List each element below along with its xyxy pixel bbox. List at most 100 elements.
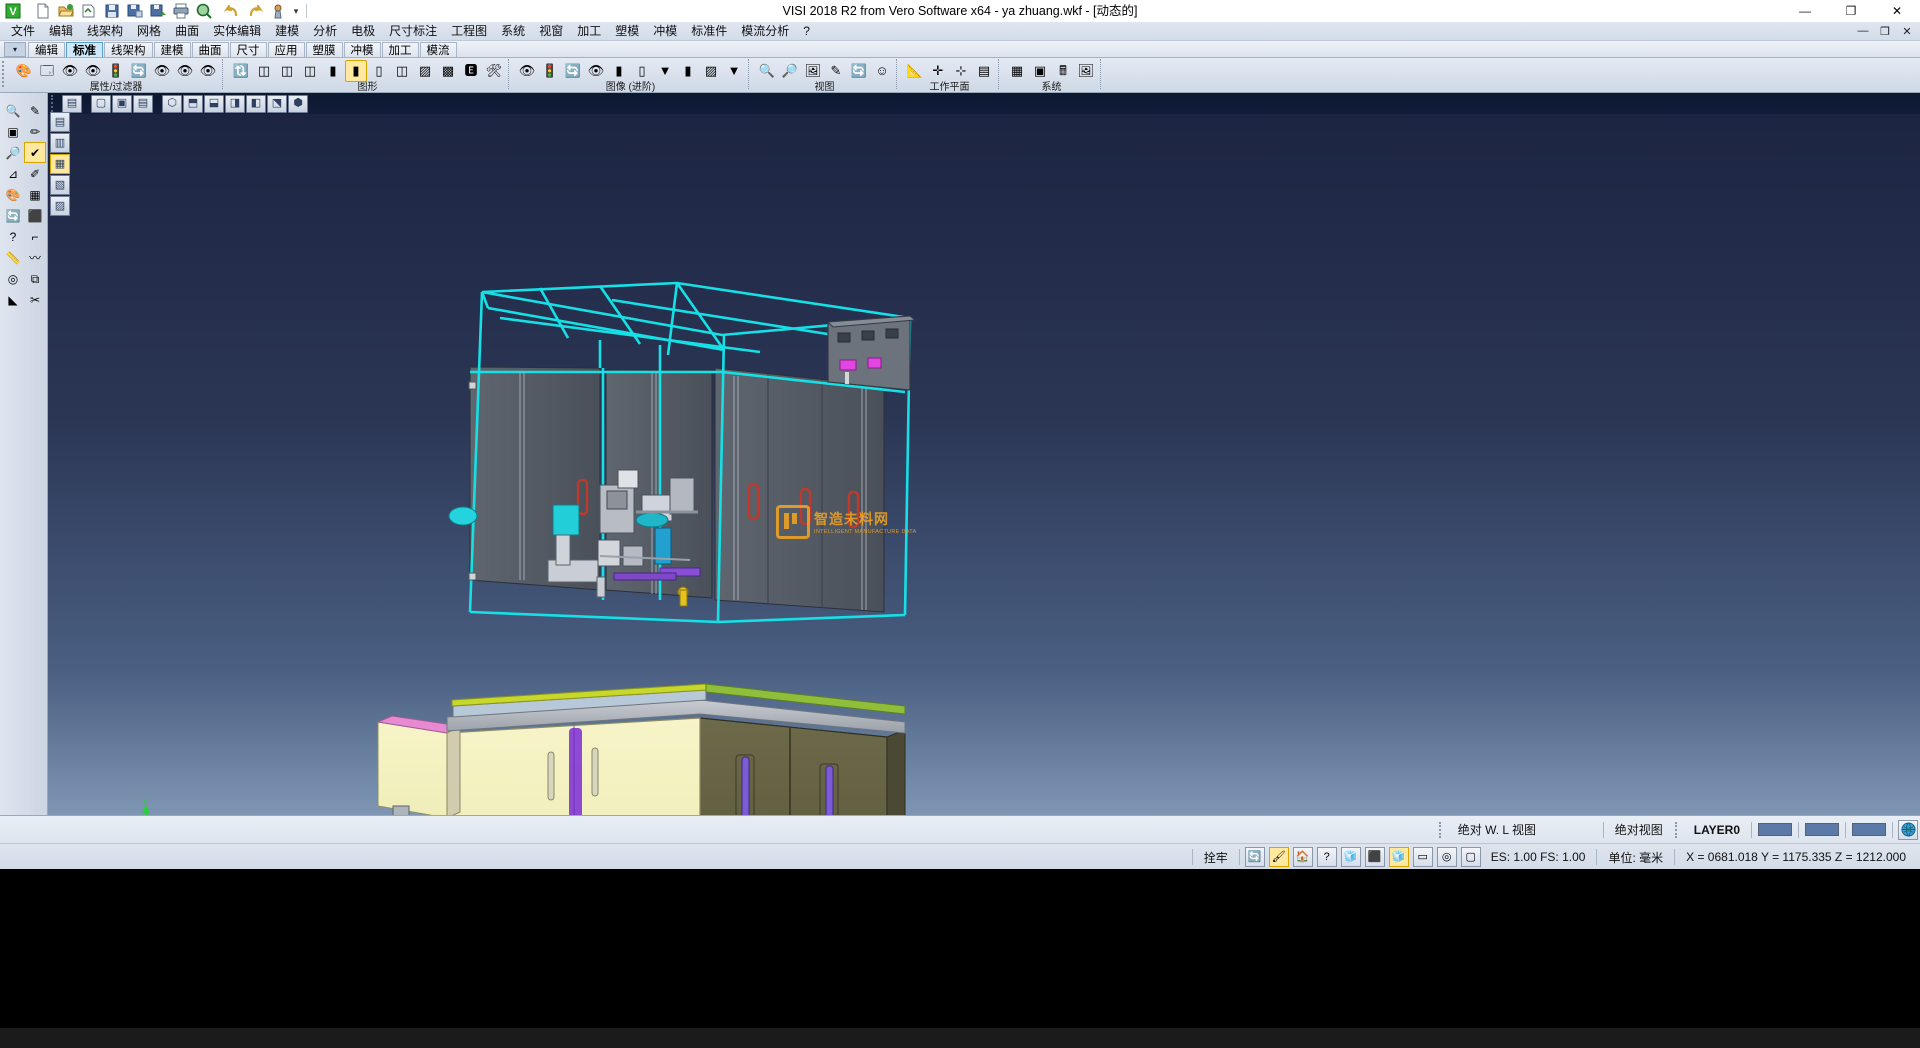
- refresh-view-icon[interactable]: 🔄: [128, 60, 150, 82]
- view-emoji-icon[interactable]: ☺: [871, 60, 893, 82]
- regen-tool-icon[interactable]: 🔄: [2, 205, 24, 226]
- status-page-icon[interactable]: ▭: [1413, 847, 1433, 867]
- workplane-tool-icon[interactable]: ⊿: [2, 163, 24, 184]
- shaded-edges-icon[interactable]: ▮: [345, 60, 367, 82]
- panel-tree-icon[interactable]: ▤: [50, 112, 70, 132]
- system-settings-icon[interactable]: ▦: [1006, 60, 1028, 82]
- status-layer[interactable]: LAYER0: [1686, 823, 1748, 837]
- menu-die[interactable]: 冲模: [646, 22, 684, 41]
- menu-help[interactable]: ?: [796, 22, 817, 41]
- pan-icon[interactable]: ✎: [825, 60, 847, 82]
- tab-machining[interactable]: 加工: [382, 42, 419, 57]
- advanced-refresh-icon[interactable]: 🔄: [562, 60, 584, 82]
- advanced-shade2-icon[interactable]: ▯: [631, 60, 653, 82]
- view-front-icon[interactable]: ⬓: [204, 95, 224, 113]
- menu-moldflow[interactable]: 模流分析: [734, 22, 796, 41]
- shaded-icon[interactable]: ▮: [322, 60, 344, 82]
- hide-entities-icon[interactable]: 👁: [82, 60, 104, 82]
- menu-system[interactable]: 系统: [494, 22, 532, 41]
- window-close-button[interactable]: ✕: [1874, 0, 1920, 22]
- menu-solid-edit[interactable]: 实体编辑: [206, 22, 268, 41]
- zoom-window-icon[interactable]: 🔍: [756, 60, 778, 82]
- panel-properties-icon[interactable]: ▦: [50, 154, 70, 174]
- menu-mesh[interactable]: 网格: [130, 22, 168, 41]
- zoom-all-icon[interactable]: 🔎: [779, 60, 801, 82]
- toggle-visibility-icon[interactable]: 👁: [151, 60, 173, 82]
- view-render-hidden-icon[interactable]: ▤: [133, 95, 153, 113]
- advanced-toggle-icon[interactable]: 👁: [585, 60, 607, 82]
- rotate-view-icon[interactable]: 🔄: [848, 60, 870, 82]
- tab-standard[interactable]: 标准: [66, 42, 103, 57]
- status-color-swatch-1[interactable]: [1758, 823, 1792, 836]
- menu-machining[interactable]: 加工: [570, 22, 608, 41]
- view-iso-icon[interactable]: ⬡: [162, 95, 182, 113]
- layer-manager-icon[interactable]: 🗔: [36, 60, 58, 82]
- hidden-line-dashed-icon[interactable]: ◫: [299, 60, 321, 82]
- view-manager-icon[interactable]: 🖼: [802, 60, 824, 82]
- status-snap-label[interactable]: 拴牢: [1196, 849, 1236, 866]
- menu-file[interactable]: 文件: [4, 22, 42, 41]
- menu-mould[interactable]: 塑模: [608, 22, 646, 41]
- view-right-icon[interactable]: ◨: [225, 95, 245, 113]
- grid-tool-icon[interactable]: ▦: [24, 184, 46, 205]
- regen-icon[interactable]: 🔃: [230, 60, 252, 82]
- color-tool-icon[interactable]: 🎨: [2, 184, 24, 205]
- system-config-icon[interactable]: ▣: [1029, 60, 1051, 82]
- wireframe-shade-icon[interactable]: ◫: [253, 60, 275, 82]
- traffic-light-filter-icon[interactable]: 🚦: [105, 60, 127, 82]
- advanced-shade1-icon[interactable]: ▮: [608, 60, 630, 82]
- advanced-shade4-icon[interactable]: ▮: [677, 60, 699, 82]
- view-render-wireframe-icon[interactable]: ▢: [91, 95, 111, 113]
- menu-analysis[interactable]: 分析: [306, 22, 344, 41]
- zoom-in-icon[interactable]: 🔎: [2, 142, 24, 163]
- status-pick-icon[interactable]: 🖌: [1269, 847, 1289, 867]
- workplane-origin-icon[interactable]: ✛: [927, 60, 949, 82]
- status-handle-2[interactable]: [1675, 822, 1682, 838]
- modify-entity-icon[interactable]: ✐: [24, 163, 46, 184]
- panel-notes-icon[interactable]: ▨: [50, 196, 70, 216]
- status-target-icon[interactable]: ◎: [1437, 847, 1457, 867]
- mdi-restore-button[interactable]: ❐: [1874, 22, 1896, 40]
- tab-application[interactable]: 应用: [268, 42, 305, 57]
- status-color-swatch-2[interactable]: [1805, 823, 1839, 836]
- section-view-icon[interactable]: ▨: [414, 60, 436, 82]
- show-entities-icon[interactable]: 👁: [59, 60, 81, 82]
- menu-dimension[interactable]: 尺寸标注: [382, 22, 444, 41]
- status-cube-icon[interactable]: 🧊: [1389, 847, 1409, 867]
- chamfer-tool-icon[interactable]: ◣: [2, 289, 24, 310]
- menu-electrode[interactable]: 电极: [344, 22, 382, 41]
- measure-tool-icon[interactable]: 📏: [2, 247, 24, 268]
- trim-tool-icon[interactable]: ✂: [24, 289, 46, 310]
- status-box-icon[interactable]: ⬛: [1365, 847, 1385, 867]
- mirror-tool-icon[interactable]: ⧉: [24, 268, 46, 289]
- window-maximize-button[interactable]: ❐: [1828, 0, 1874, 22]
- show-all-icon[interactable]: 👁: [174, 60, 196, 82]
- panel-history-icon[interactable]: ▧: [50, 175, 70, 195]
- advanced-shade3-icon[interactable]: ▼: [654, 60, 676, 82]
- hide-all-icon[interactable]: 👁: [197, 60, 219, 82]
- menu-window[interactable]: 视窗: [532, 22, 570, 41]
- status-home-icon[interactable]: 🏠: [1293, 847, 1313, 867]
- view-bottom-icon[interactable]: ⬔: [267, 95, 287, 113]
- analysis-tool-icon[interactable]: ◎: [2, 268, 24, 289]
- menu-wireframe[interactable]: 线架构: [80, 22, 130, 41]
- menu-surface[interactable]: 曲面: [168, 22, 206, 41]
- menu-edit[interactable]: 编辑: [42, 22, 80, 41]
- tab-dimension[interactable]: 尺寸: [230, 42, 267, 57]
- system-screenshot-icon[interactable]: 🖼: [1075, 60, 1097, 82]
- window-minimize-button[interactable]: —: [1782, 0, 1828, 22]
- status-handle-1[interactable]: [1439, 822, 1446, 838]
- cad-viewport[interactable]: 智造未料网 INTELLIGENT MANUFACTURE DATA Y Z: [48, 93, 1920, 815]
- select-window-icon[interactable]: ▣: [2, 121, 24, 142]
- advanced-clip-icon[interactable]: ▼: [723, 60, 745, 82]
- flat-shade-icon[interactable]: ◫: [391, 60, 413, 82]
- status-color-swatch-3[interactable]: [1852, 823, 1886, 836]
- tab-edit[interactable]: 编辑: [28, 42, 65, 57]
- edit-curve-icon[interactable]: ✏: [24, 121, 46, 142]
- tabstrip-dropdown-icon[interactable]: ▾: [4, 42, 26, 57]
- view-top-icon[interactable]: ⬒: [183, 95, 203, 113]
- tab-mould[interactable]: 塑膜: [306, 42, 343, 57]
- workplane-define-icon[interactable]: 📐: [904, 60, 926, 82]
- draw-line-icon[interactable]: ✎: [24, 100, 46, 121]
- view-toolbar-drag-handle[interactable]: [51, 95, 58, 112]
